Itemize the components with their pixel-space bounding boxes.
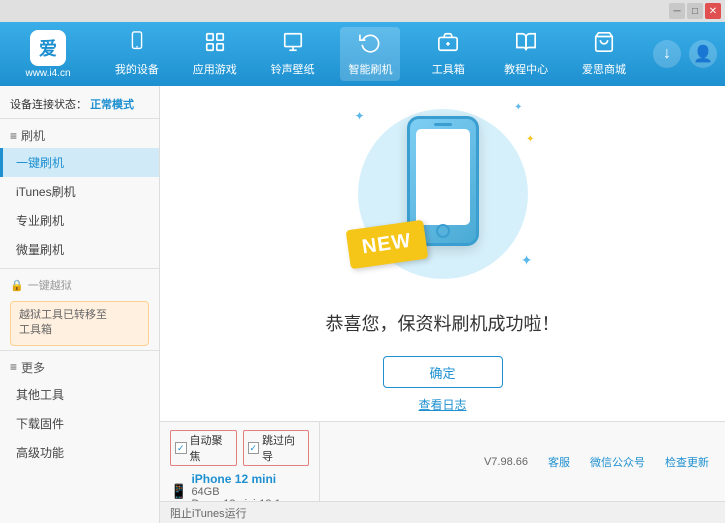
sidebar-divider-2 [0, 350, 159, 351]
device-name: iPhone 12 mini [191, 472, 280, 486]
top-nav: 爱 www.i4.cn 我的设备 应用游戏 铃声壁纸 智能刷机 [0, 22, 725, 86]
bottom-section: ✓ 自动聚焦 ✓ 跳过向导 📱 iPhone 12 mini 64GB Down… [160, 421, 725, 501]
more-group-icon: ≡ [10, 360, 17, 374]
device-storage: 64GB [191, 486, 280, 498]
nav-my-device[interactable]: 我的设备 [107, 27, 167, 81]
wechat-link[interactable]: 微信公众号 [590, 454, 645, 470]
status-footer: 阻止iTunes运行 [160, 501, 725, 523]
user-button[interactable]: 👤 [689, 40, 717, 68]
nav-tutorial-label: 教程中心 [504, 61, 548, 77]
nav-right-buttons: ↓ 👤 [653, 40, 717, 68]
nav-ringtones[interactable]: 铃声壁纸 [263, 27, 323, 81]
sidebar-item-one-key-flash[interactable]: 一键刷机 [0, 148, 159, 177]
sparkle-1: ✦ [355, 109, 365, 123]
sparkle-2: ✦ [514, 102, 522, 113]
sidebar: 设备连接状态： 正常模式 ≡ 刷机 一键刷机 iTunes刷机 专业刷机 微量刷… [0, 86, 160, 523]
device-icon: 📱 [170, 483, 187, 500]
nav-apps-label: 应用游戏 [193, 61, 237, 77]
nav-tutorial-icon [515, 31, 537, 59]
lock-icon: 🔒 [10, 279, 24, 292]
sidebar-item-other-tools[interactable]: 其他工具 [0, 380, 159, 409]
nav-items: 我的设备 应用游戏 铃声壁纸 智能刷机 工具箱 [98, 27, 643, 81]
customer-service-link[interactable]: 客服 [548, 454, 570, 470]
sidebar-divider-1 [0, 268, 159, 269]
skip-wizard-checkbox[interactable]: ✓ 跳过向导 [243, 430, 310, 466]
nav-smart-flash-label: 智能刷机 [348, 61, 392, 77]
download-button[interactable]: ↓ [653, 40, 681, 68]
nav-smart-flash[interactable]: 智能刷机 [340, 27, 400, 81]
nav-toolbox-label: 工具箱 [432, 61, 465, 77]
success-title: 恭喜您，保资料刷机成功啦！ [326, 310, 560, 336]
sidebar-item-itunes-flash[interactable]: iTunes刷机 [0, 177, 159, 206]
success-illustration: NEW ✦ ✦ ✦ ✦ [343, 94, 543, 294]
check-update-link[interactable]: 检查更新 [665, 454, 709, 470]
auto-focus-checkbox[interactable]: ✓ 自动聚焦 [170, 430, 237, 466]
status-footer-text: 阻止iTunes运行 [170, 505, 247, 521]
more-group-label: 更多 [21, 359, 45, 376]
sparkle-3: ✦ [521, 252, 533, 269]
nav-my-device-label: 我的设备 [115, 61, 159, 77]
flash-group-icon: ≡ [10, 129, 17, 143]
nav-ringtones-icon [282, 31, 304, 59]
skip-wizard-cb-icon: ✓ [248, 442, 260, 454]
bottom-right-panel: V7.98.66 客服 微信公众号 检查更新 [320, 422, 725, 501]
version-text: V7.98.66 [484, 456, 528, 468]
maximize-button[interactable]: □ [687, 3, 703, 19]
nav-toolbox[interactable]: 工具箱 [418, 27, 478, 81]
nav-mall[interactable]: 爱思商城 [574, 27, 634, 81]
sidebar-item-wipe-flash[interactable]: 微量刷机 [0, 235, 159, 264]
title-bar: ─ □ ✕ [0, 0, 725, 22]
bottom-left-panel: ✓ 自动聚焦 ✓ 跳过向导 📱 iPhone 12 mini 64GB Down… [160, 422, 320, 501]
sidebar-item-pro-flash[interactable]: 专业刷机 [0, 206, 159, 235]
nav-tutorial[interactable]: 教程中心 [496, 27, 556, 81]
nav-toolbox-icon [437, 31, 459, 59]
wizard-link[interactable]: 查看日志 [418, 396, 466, 413]
checkboxes-row: ✓ 自动聚焦 ✓ 跳过向导 [170, 430, 309, 466]
nav-apps-games[interactable]: 应用游戏 [185, 27, 245, 81]
nav-my-device-icon [126, 31, 148, 59]
main-content: NEW ✦ ✦ ✦ ✦ 恭喜您，保资料刷机成功啦！ 确定 查看日志 [160, 86, 725, 421]
status-value: 正常模式 [90, 99, 134, 111]
logo-text: www.i4.cn [25, 68, 70, 79]
connection-status: 设备连接状态： 正常模式 [0, 90, 159, 119]
sidebar-item-advanced[interactable]: 高级功能 [0, 438, 159, 467]
logo-icon: 爱 [30, 30, 66, 66]
sidebar-jailbreak-group: 🔒 一键越狱 [0, 273, 159, 297]
sidebar-group-flash: ≡ 刷机 [0, 123, 159, 148]
logo[interactable]: 爱 www.i4.cn [8, 30, 88, 79]
sidebar-group-more: ≡ 更多 [0, 355, 159, 380]
sparkle-4: ✦ [526, 134, 534, 145]
nav-ringtones-label: 铃声壁纸 [271, 61, 315, 77]
jailbreak-label: 一键越狱 [28, 277, 72, 293]
flash-group-label: 刷机 [21, 127, 45, 144]
minimize-button[interactable]: ─ [669, 3, 685, 19]
auto-focus-cb-icon: ✓ [175, 442, 187, 454]
nav-mall-icon [593, 31, 615, 59]
nav-apps-icon [204, 31, 226, 59]
nav-mall-label: 爱思商城 [582, 61, 626, 77]
sidebar-item-download-firmware[interactable]: 下载固件 [0, 409, 159, 438]
nav-smart-flash-icon [359, 31, 381, 59]
confirm-button[interactable]: 确定 [383, 356, 503, 388]
sidebar-jailbreak-notice: 越狱工具已转移至工具箱 [10, 301, 149, 346]
close-button[interactable]: ✕ [705, 3, 721, 19]
